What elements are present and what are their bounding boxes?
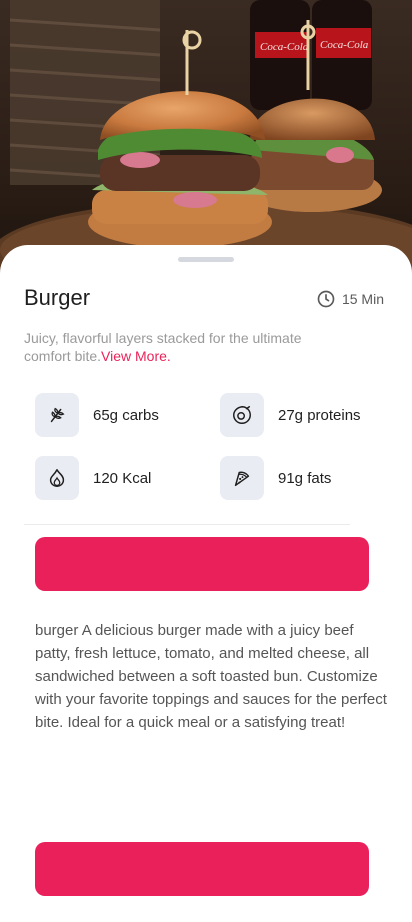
proteins-label: 27g proteins: [278, 406, 361, 424]
prep-time-label: 15 Min: [341, 291, 384, 307]
proteins-tile: [220, 393, 264, 437]
view-more-link[interactable]: View More.: [101, 348, 171, 364]
wheat-icon: [50, 407, 65, 423]
nutrient-proteins: 27g proteins: [220, 393, 361, 437]
primary-action-button[interactable]: [35, 537, 369, 591]
nutrient-kcal: 120 Kcal: [35, 456, 151, 500]
svg-text:Coca-Cola: Coca-Cola: [260, 41, 309, 53]
prep-time: 15 Min: [316, 289, 384, 309]
kcal-tile: [35, 456, 79, 500]
clock-icon: [316, 289, 336, 309]
fats-label: 91g fats: [278, 469, 332, 487]
section-divider: [24, 524, 350, 525]
carbs-label: 65g carbs: [93, 406, 159, 424]
recipe-sheet: Burger 15 Min Juicy, flavorful layers st…: [0, 245, 412, 922]
nutrient-fats: 91g fats: [220, 456, 331, 500]
avocado-icon: [233, 406, 251, 424]
recipe-title: Burger: [24, 285, 91, 310]
svg-text:Coca-Cola: Coca-Cola: [320, 39, 369, 51]
kcal-label: 120 Kcal: [93, 469, 152, 487]
drag-handle[interactable]: [178, 257, 234, 262]
recipe-long-description: burger A delicious burger made with a ju…: [35, 622, 387, 731]
flame-icon: [49, 469, 65, 487]
nutrient-carbs: 65g carbs: [35, 393, 159, 437]
secondary-action-button[interactable]: [35, 842, 369, 896]
recipe-short-description: Juicy, flavorful layers stacked for the …: [24, 329, 344, 365]
pizza-slice-icon: [234, 471, 250, 487]
carbs-tile: [35, 393, 79, 437]
fats-tile: [220, 456, 264, 500]
